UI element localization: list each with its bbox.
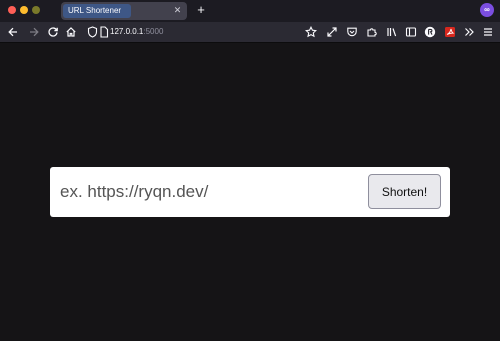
back-icon[interactable]	[5, 24, 21, 40]
tab-strip: URL Shortener ✕ + ∞	[0, 0, 500, 22]
new-tab-button[interactable]: +	[194, 3, 208, 17]
extension-badge-icon[interactable]: ∞	[480, 3, 494, 17]
sidebar-icon[interactable]	[403, 24, 419, 40]
tab-title: URL Shortener	[68, 6, 122, 15]
reload-icon[interactable]	[45, 24, 61, 40]
window-close-button[interactable]	[8, 6, 16, 14]
url-input[interactable]	[50, 167, 360, 217]
shorten-button[interactable]: Shorten!	[368, 174, 441, 209]
window-maximize-button[interactable]	[32, 6, 40, 14]
forward-icon[interactable]	[26, 24, 42, 40]
profile-icon[interactable]	[422, 24, 438, 40]
overflow-icon[interactable]	[461, 24, 477, 40]
library-icon[interactable]	[384, 24, 400, 40]
menu-icon[interactable]	[480, 24, 496, 40]
tab-url-shortener[interactable]: URL Shortener ✕	[61, 2, 187, 20]
navigation-toolbar: 127.0.0.1:5000	[0, 22, 500, 43]
page-content: Shorten!	[0, 43, 500, 341]
address-bar[interactable]: 127.0.0.1:5000	[82, 24, 297, 40]
extensions-icon[interactable]	[364, 24, 380, 40]
expand-icon[interactable]	[324, 24, 340, 40]
bookmark-star-icon[interactable]	[303, 24, 319, 40]
url-port: :5000	[143, 27, 164, 36]
url-host: 127.0.0.1	[110, 27, 144, 36]
tab-close-icon[interactable]: ✕	[172, 5, 183, 16]
window-minimize-button[interactable]	[20, 6, 28, 14]
pocket-icon[interactable]	[344, 24, 360, 40]
url-shortener-form: Shorten!	[50, 167, 450, 217]
home-icon[interactable]	[63, 24, 79, 40]
url-text: 127.0.0.1:5000	[110, 27, 163, 36]
browser-window: URL Shortener ✕ + ∞ 127.0.0.1:5000 ex. h…	[0, 0, 500, 341]
pdf-icon[interactable]	[442, 24, 458, 40]
